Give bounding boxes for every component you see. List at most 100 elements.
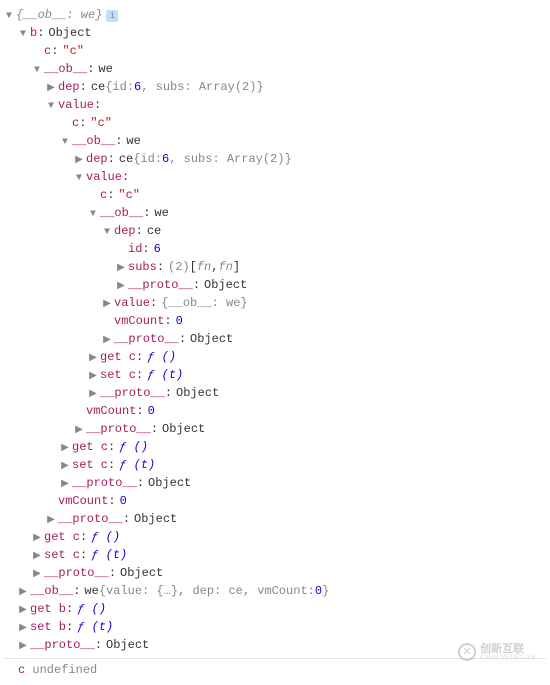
tree-row[interactable]: __proto__: Object (4, 474, 546, 492)
chevron-down-icon[interactable] (46, 99, 56, 114)
token-colon: : (108, 150, 115, 168)
chevron-right-icon[interactable] (18, 603, 28, 618)
chevron-right-icon[interactable] (88, 387, 98, 402)
token-type: Object (190, 330, 233, 348)
tree-row[interactable]: value: (4, 168, 546, 186)
tree-row[interactable]: subs: (2) [fn, fn] (4, 258, 546, 276)
chevron-down-icon[interactable] (88, 207, 98, 222)
tree-row[interactable]: c: "c" (4, 42, 546, 60)
chevron-right-icon[interactable] (32, 549, 42, 564)
tree-row[interactable]: c: "c" (4, 186, 546, 204)
token-type: we (126, 132, 140, 150)
tree-row[interactable]: c: "c" (4, 114, 546, 132)
token-num: 0 (120, 492, 127, 510)
tree-row[interactable]: set b: ƒ (t) (4, 618, 546, 636)
chevron-right-icon[interactable] (102, 297, 112, 312)
chevron-down-icon[interactable] (102, 225, 112, 240)
tree-row[interactable]: __proto__: Object (4, 510, 546, 528)
tree-row[interactable]: {__ob__: we}i (4, 6, 546, 24)
token-key: __proto__ (100, 384, 165, 402)
token-colon: : (108, 456, 115, 474)
chevron-down-icon[interactable] (4, 9, 14, 24)
chevron-right-icon[interactable] (116, 279, 126, 294)
token-key: dep (86, 150, 108, 168)
info-icon[interactable]: i (106, 10, 118, 22)
token-colon: : (73, 582, 80, 600)
tree-row[interactable]: vmCount: 0 (4, 402, 546, 420)
tree-row[interactable]: get c: ƒ () (4, 348, 546, 366)
token-key: __ob__ (100, 204, 143, 222)
tree-row[interactable]: dep: ce {id: 6, subs: Array(2)} (4, 78, 546, 96)
tree-row[interactable]: vmCount: 0 (4, 312, 546, 330)
watermark-cn: 创新互联 (480, 644, 536, 655)
tree-row[interactable]: __ob__: we {value: {…}, dep: ce, vmCount… (4, 582, 546, 600)
token-key: vmCount (58, 492, 108, 510)
tree-row[interactable]: value: (4, 96, 546, 114)
token-colon: : (79, 114, 86, 132)
token-key: vmCount (114, 312, 164, 330)
tree-row[interactable]: __ob__: we (4, 204, 546, 222)
tree-row[interactable]: set c: ƒ (t) (4, 456, 546, 474)
chevron-down-icon[interactable] (32, 63, 42, 78)
chevron-down-icon[interactable] (74, 171, 84, 186)
token-key: id (128, 240, 142, 258)
tree-row[interactable]: __proto__: Object (4, 564, 546, 582)
chevron-right-icon[interactable] (46, 513, 56, 528)
tree-row[interactable]: vmCount: 0 (4, 492, 546, 510)
token-key: set c (100, 366, 136, 384)
chevron-right-icon[interactable] (60, 459, 70, 474)
tree-row[interactable]: dep: ce (4, 222, 546, 240)
token-key: __proto__ (72, 474, 137, 492)
chevron-right-icon[interactable] (88, 351, 98, 366)
chevron-right-icon[interactable] (46, 81, 56, 96)
tree-row[interactable]: value: {__ob__: we} (4, 294, 546, 312)
token-type: Object (204, 276, 247, 294)
token-gray-it: fn (197, 258, 211, 276)
tree-row[interactable]: __proto__: Object (4, 384, 546, 402)
tree-row[interactable]: __ob__: we (4, 132, 546, 150)
tree-row[interactable]: get c: ƒ () (4, 438, 546, 456)
token-fn: ƒ () (119, 438, 148, 456)
token-colon: : (136, 222, 143, 240)
tree-row[interactable]: get c: ƒ () (4, 528, 546, 546)
token-type: Object (106, 636, 149, 654)
token-key: b (30, 24, 37, 42)
token-colon: : (142, 240, 149, 258)
token-colon: : (137, 474, 144, 492)
tree-row[interactable]: __proto__: Object (4, 330, 546, 348)
chevron-down-icon[interactable] (18, 27, 28, 42)
token-gray: , subs: Array(2)} (141, 78, 263, 96)
tree-row[interactable]: b: Object (4, 24, 546, 42)
chevron-right-icon[interactable] (18, 585, 28, 600)
chevron-right-icon[interactable] (60, 477, 70, 492)
chevron-right-icon[interactable] (102, 333, 112, 348)
token-key: value (58, 96, 94, 114)
chevron-right-icon[interactable] (74, 153, 84, 168)
tree-row[interactable]: set c: ƒ (t) (4, 366, 546, 384)
result-value: undefined (32, 661, 97, 679)
tree-row[interactable]: __ob__: we (4, 60, 546, 78)
token-key: set c (44, 546, 80, 564)
tree-row[interactable]: get b: ƒ () (4, 600, 546, 618)
tree-row[interactable]: set c: ƒ (t) (4, 546, 546, 564)
chevron-right-icon[interactable] (74, 423, 84, 438)
token-gray: } (322, 582, 329, 600)
chevron-right-icon[interactable] (116, 261, 126, 276)
chevron-right-icon[interactable] (32, 567, 42, 582)
chevron-right-icon[interactable] (88, 369, 98, 384)
tree-row[interactable]: dep: ce {id: 6, subs: Array(2)} (4, 150, 546, 168)
chevron-right-icon[interactable] (60, 441, 70, 456)
token-key: get c (44, 528, 80, 546)
token-colon: : (80, 78, 87, 96)
token-type: ce (119, 150, 133, 168)
tree-row[interactable]: id: 6 (4, 240, 546, 258)
chevron-right-icon[interactable] (18, 639, 28, 654)
chevron-right-icon[interactable] (18, 621, 28, 636)
tree-row[interactable]: __proto__: Object (4, 420, 546, 438)
token-gray: {__ob__: we} (161, 294, 247, 312)
tree-row[interactable]: __proto__: Object (4, 276, 546, 294)
chevron-right-icon[interactable] (32, 531, 42, 546)
token-colon: : (66, 600, 73, 618)
chevron-down-icon[interactable] (60, 135, 70, 150)
token-colon: : (80, 546, 87, 564)
